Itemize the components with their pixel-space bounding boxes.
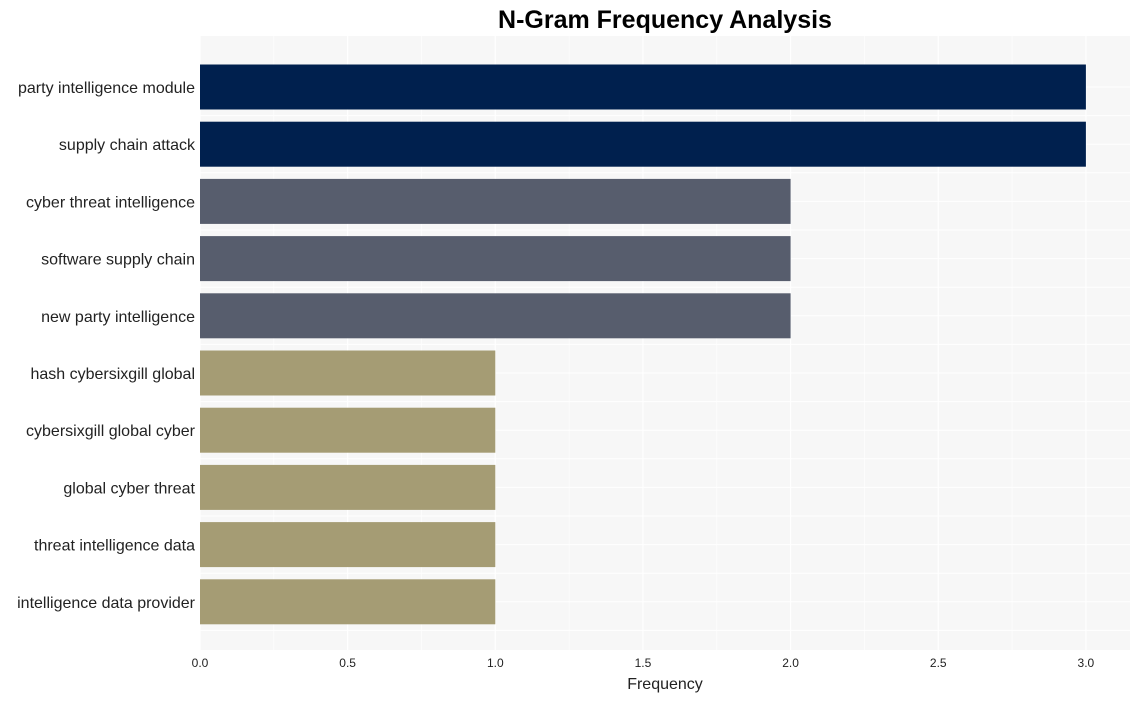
y-tick-label: supply chain attack	[59, 137, 196, 154]
y-tick-label: party intelligence module	[18, 80, 195, 97]
bar-hash-cybersixgill-global	[200, 350, 496, 396]
bar-intelligence-data-provider	[200, 579, 496, 625]
x-axis-label: Frequency	[627, 676, 703, 693]
y-tick-label: global cyber threat	[63, 480, 195, 497]
x-tick-label: 0.0	[192, 656, 209, 670]
x-tick-label: 2.0	[782, 656, 799, 670]
x-tick-label: 1.5	[635, 656, 652, 670]
bar-party-intelligence-module	[200, 64, 1086, 110]
bar-new-party-intelligence	[200, 293, 791, 339]
bar-cybersixgill-global-cyber	[200, 407, 496, 453]
x-tick-label: 0.5	[339, 656, 356, 670]
chart-title: N-Gram Frequency Analysis	[498, 6, 832, 34]
bar-global-cyber-threat	[200, 464, 496, 510]
ngram-bar-chart: party intelligence module supply chain at…	[17, 6, 1130, 693]
x-axis-ticks: 0.0 0.5 1.0 1.5 2.0 2.5 3.0	[192, 656, 1095, 670]
y-tick-label: cybersixgill global cyber	[26, 423, 196, 440]
y-axis-labels: party intelligence module supply chain at…	[17, 80, 196, 612]
x-tick-label: 3.0	[1078, 656, 1095, 670]
x-tick-label: 1.0	[487, 656, 504, 670]
y-tick-label: hash cybersixgill global	[30, 366, 195, 383]
bar-cyber-threat-intelligence	[200, 178, 791, 224]
y-tick-label: intelligence data provider	[17, 595, 196, 612]
bar-threat-intelligence-data	[200, 522, 496, 568]
x-tick-label: 2.5	[930, 656, 947, 670]
y-tick-label: new party intelligence	[41, 309, 195, 326]
y-tick-label: threat intelligence data	[34, 538, 195, 555]
y-tick-label: cyber threat intelligence	[26, 194, 195, 211]
bar-software-supply-chain	[200, 236, 791, 282]
bar-supply-chain-attack	[200, 121, 1086, 167]
y-tick-label: software supply chain	[41, 252, 195, 269]
